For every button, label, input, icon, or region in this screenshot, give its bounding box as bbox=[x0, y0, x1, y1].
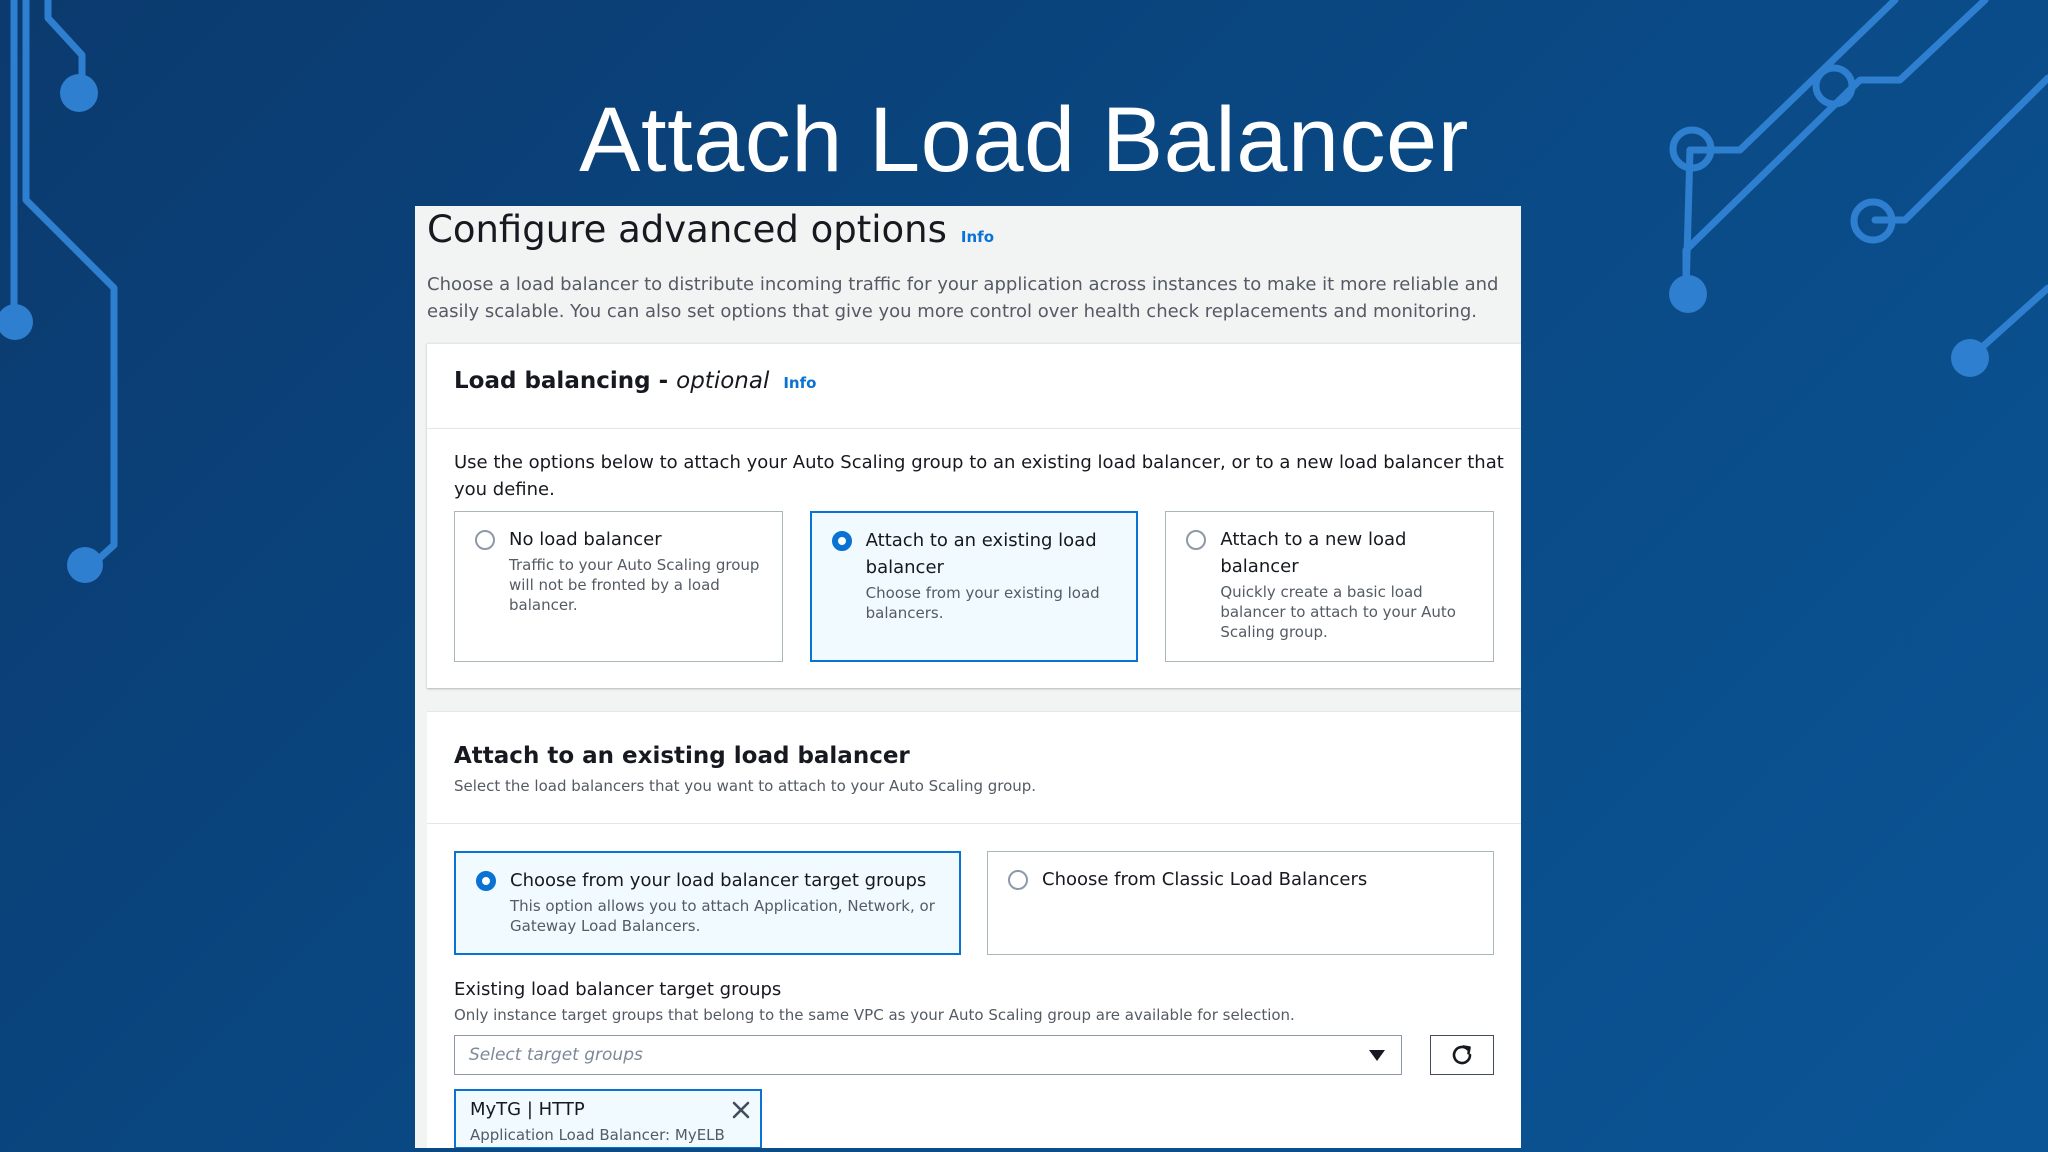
radio-unselected-icon[interactable] bbox=[475, 530, 495, 550]
select-placeholder: Select target groups bbox=[469, 1045, 643, 1065]
target-groups-label: Existing load balancer target groups bbox=[454, 979, 782, 1000]
existing-load-balancer-header: Attach to an existing load balancer Sele… bbox=[427, 712, 1521, 824]
option-description: This option allows you to attach Applica… bbox=[510, 897, 935, 935]
page-description: Choose a load balancer to distribute inc… bbox=[427, 274, 1499, 322]
load-balancer-options: No load balancer Traffic to your Auto Sc… bbox=[454, 511, 1494, 662]
load-balancing-title: Load balancing - bbox=[454, 368, 669, 394]
close-icon[interactable] bbox=[730, 1099, 752, 1121]
existing-load-balancer-panel: Attach to an existing load balancer Sele… bbox=[427, 711, 1521, 1148]
load-balancing-info-link[interactable]: Info bbox=[783, 374, 816, 392]
console-screenshot: Configure advanced options Info Choose a… bbox=[415, 206, 1521, 1148]
radio-unselected-icon[interactable] bbox=[1008, 870, 1028, 890]
target-source-options: Choose from your load balancer target gr… bbox=[454, 851, 1494, 955]
option-attach-new[interactable]: Attach to a new load balancer Quickly cr… bbox=[1165, 511, 1494, 662]
option-label: Choose from your load balancer target gr… bbox=[510, 870, 927, 891]
load-balancing-header: Load balancing - optional Info bbox=[427, 344, 1521, 429]
target-groups-select[interactable]: Select target groups bbox=[454, 1035, 1403, 1075]
refresh-icon bbox=[1452, 1045, 1472, 1065]
option-label: No load balancer bbox=[509, 529, 662, 550]
option-description: Quickly create a basic load balancer to … bbox=[1220, 583, 1456, 641]
slide-title: Attach Load Balancer bbox=[579, 89, 1469, 191]
load-balancing-panel: Load balancing - optional Info Use the o… bbox=[427, 343, 1521, 688]
selected-target-group-token: MyTG | HTTP Application Load Balancer: M… bbox=[454, 1089, 762, 1148]
load-balancing-instructions: Use the options below to attach your Aut… bbox=[454, 452, 1504, 500]
option-target-groups[interactable]: Choose from your load balancer target gr… bbox=[454, 851, 961, 955]
target-groups-description: Only instance target groups that belong … bbox=[454, 1006, 1295, 1024]
chevron-down-icon[interactable] bbox=[1369, 1050, 1386, 1061]
option-description: Traffic to your Auto Scaling group will … bbox=[509, 556, 760, 614]
option-description: Choose from your existing load balancers… bbox=[865, 584, 1100, 622]
radio-unselected-icon[interactable] bbox=[1186, 530, 1207, 550]
radio-selected-icon[interactable] bbox=[831, 531, 852, 551]
info-link[interactable]: Info bbox=[961, 228, 994, 246]
page-title: Configure advanced options bbox=[427, 208, 947, 251]
option-label: Attach to an existing load balancer bbox=[865, 530, 1097, 578]
optional-label: optional bbox=[676, 368, 770, 394]
option-label: Attach to a new load balancer bbox=[1220, 529, 1407, 577]
option-attach-existing[interactable]: Attach to an existing load balancer Choo… bbox=[809, 511, 1139, 662]
refresh-button[interactable] bbox=[1430, 1035, 1494, 1075]
page-header: Configure advanced options Info Choose a… bbox=[427, 206, 1517, 325]
option-no-load-balancer[interactable]: No load balancer Traffic to your Auto Sc… bbox=[454, 511, 783, 662]
option-classic-load-balancers[interactable]: Choose from Classic Load Balancers bbox=[987, 851, 1494, 955]
option-label: Choose from Classic Load Balancers bbox=[1042, 869, 1368, 890]
token-description: Application Load Balancer: MyELB bbox=[470, 1126, 725, 1144]
existing-load-balancer-subtitle: Select the load balancers that you want … bbox=[454, 777, 1037, 795]
token-title: MyTG | HTTP bbox=[470, 1099, 585, 1120]
radio-selected-icon[interactable] bbox=[476, 871, 496, 891]
existing-load-balancer-title: Attach to an existing load balancer bbox=[454, 743, 910, 769]
